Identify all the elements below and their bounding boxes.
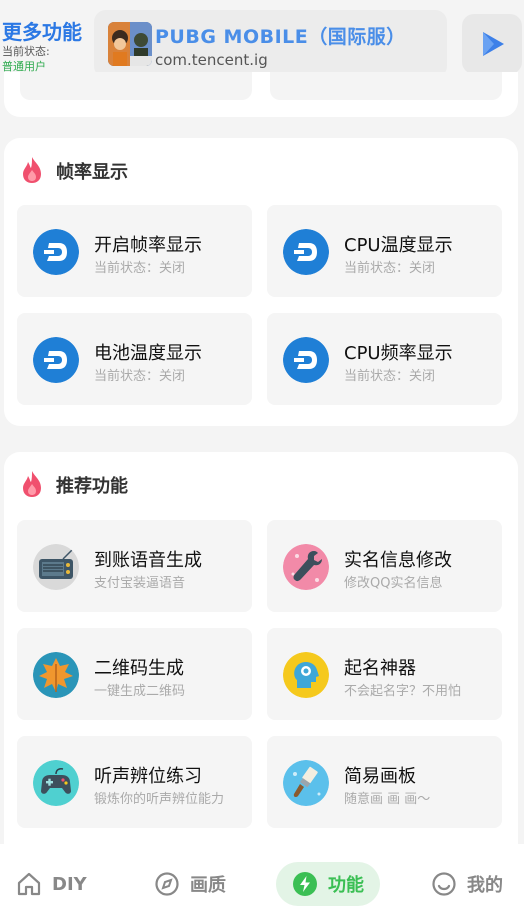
qrcode-generator-tile[interactable]: 二维码生成 一键生成二维码 bbox=[17, 628, 252, 720]
fps-toggle-tile[interactable]: 开启帧率显示 当前状态：关闭 bbox=[17, 205, 252, 297]
dash-icon bbox=[283, 229, 329, 275]
tile-title: 开启帧率显示 bbox=[94, 235, 202, 256]
section-title: 帧率显示 bbox=[56, 162, 128, 183]
compass-icon bbox=[155, 872, 179, 896]
tile-subtitle: 当前状态：关闭 bbox=[94, 369, 186, 384]
nav-label: 我的 bbox=[467, 875, 503, 896]
drawing-board-tile[interactable]: 简易画板 随意画 画 画～ bbox=[267, 736, 502, 828]
tile-title: CPU频率显示 bbox=[344, 343, 453, 364]
tile-subtitle: 当前状态：关闭 bbox=[94, 261, 186, 276]
smile-icon bbox=[432, 872, 456, 896]
tile-subtitle: 当前状态：关闭 bbox=[344, 261, 436, 276]
cpu-freq-toggle-tile[interactable]: CPU频率显示 当前状态：关闭 bbox=[267, 313, 502, 405]
previous-card bbox=[4, 72, 518, 117]
battery-temp-toggle-tile[interactable]: 电池温度显示 当前状态：关闭 bbox=[17, 313, 252, 405]
previous-tile-stub bbox=[270, 72, 502, 100]
realname-edit-tile[interactable]: 实名信息修改 修改QQ实名信息 bbox=[267, 520, 502, 612]
tile-title: 二维码生成 bbox=[94, 658, 184, 679]
status-label: 当前状态: bbox=[2, 45, 50, 58]
nav-item-quality[interactable]: 画质 bbox=[154, 862, 226, 906]
recommended-section: 推荐功能 到账语音生成 支付宝装逼语音 实名信息修改 修改QQ实名信息 二维码生… bbox=[4, 452, 518, 844]
cpu-temp-toggle-tile[interactable]: CPU温度显示 当前状态：关闭 bbox=[267, 205, 502, 297]
launch-game-button[interactable] bbox=[462, 14, 522, 74]
nav-item-diy[interactable]: DIY bbox=[16, 862, 87, 906]
fps-section: 帧率显示 开启帧率显示 当前状态：关闭 CPU温度显示 当前状态：关闭 电池温度… bbox=[4, 138, 518, 426]
app-name: PUBG MOBILE（国际服） bbox=[155, 26, 406, 48]
tile-subtitle: 锻炼你的听声辨位能力 bbox=[94, 792, 225, 807]
leaf-icon bbox=[33, 652, 79, 698]
nav-label: DIY bbox=[52, 873, 87, 895]
name-generator-tile[interactable]: 起名神器 不会起名字？不用怕 bbox=[267, 628, 502, 720]
sound-location-practice-tile[interactable]: 听声辨位练习 锻炼你的听声辨位能力 bbox=[17, 736, 252, 828]
tile-title: 电池温度显示 bbox=[94, 343, 202, 364]
app-package: com.tencent.ig bbox=[155, 51, 268, 69]
tile-subtitle: 一键生成二维码 bbox=[94, 684, 186, 699]
previous-tile-stub bbox=[20, 72, 252, 100]
tile-subtitle: 不会起名字？不用怕 bbox=[344, 684, 462, 699]
tile-subtitle: 随意画 画 画～ bbox=[344, 792, 431, 807]
radio-icon bbox=[33, 544, 79, 590]
tile-subtitle: 修改QQ实名信息 bbox=[344, 576, 443, 591]
nav-item-mine[interactable]: 我的 bbox=[431, 862, 503, 906]
tile-title: CPU温度显示 bbox=[344, 235, 453, 256]
page-title: 更多功能 bbox=[2, 20, 82, 44]
flame-icon bbox=[23, 471, 41, 497]
section-title: 推荐功能 bbox=[56, 476, 128, 497]
paintbrush-icon bbox=[283, 760, 329, 806]
flame-icon bbox=[23, 157, 41, 183]
dash-icon bbox=[33, 337, 79, 383]
gamepad-icon bbox=[33, 760, 79, 806]
tile-title: 到账语音生成 bbox=[94, 550, 202, 571]
selected-app-card[interactable]: PUBG MOBILE（国际服） com.tencent.ig bbox=[94, 10, 447, 78]
nav-item-features[interactable]: 功能 bbox=[276, 862, 380, 906]
home-icon bbox=[17, 872, 41, 896]
play-icon bbox=[483, 32, 504, 56]
pubg-app-icon bbox=[108, 22, 152, 66]
tile-title: 听声辨位练习 bbox=[94, 766, 202, 787]
tile-subtitle: 当前状态：关闭 bbox=[344, 369, 436, 384]
dash-icon bbox=[283, 337, 329, 383]
tile-title: 简易画板 bbox=[344, 766, 416, 787]
nav-label: 功能 bbox=[328, 875, 364, 896]
tile-title: 实名信息修改 bbox=[344, 550, 452, 571]
dash-icon bbox=[33, 229, 79, 275]
lightning-icon bbox=[293, 872, 317, 896]
tile-subtitle: 支付宝装逼语音 bbox=[94, 576, 186, 591]
wrench-icon bbox=[283, 544, 329, 590]
bottom-nav: DIY 画质 功能 我的 bbox=[0, 844, 524, 922]
brain-icon bbox=[283, 652, 329, 698]
nav-label: 画质 bbox=[190, 875, 226, 896]
tile-title: 起名神器 bbox=[344, 658, 416, 679]
voice-generator-tile[interactable]: 到账语音生成 支付宝装逼语音 bbox=[17, 520, 252, 612]
